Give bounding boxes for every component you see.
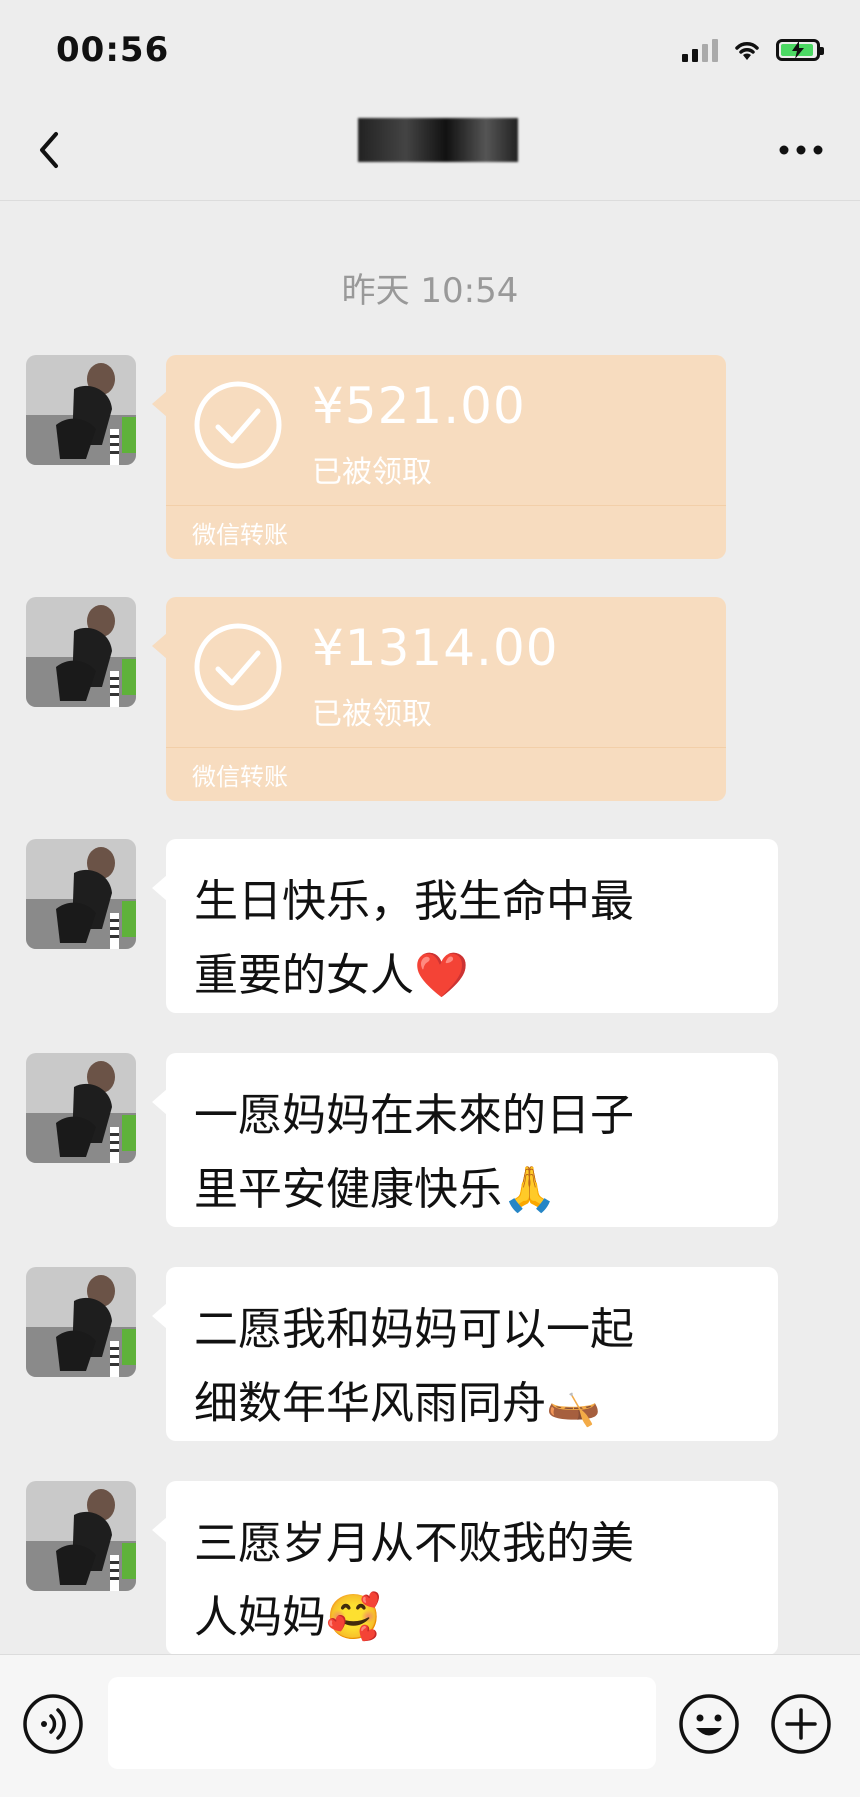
- emoji-button[interactable]: [678, 1693, 740, 1755]
- transfer-divider: [166, 747, 726, 748]
- check-circle-icon: [194, 623, 282, 711]
- check-circle-icon: [194, 381, 282, 469]
- transfer-brand: 微信转账: [192, 763, 288, 791]
- message-bubble[interactable]: 二愿我和妈妈可以一起 细数年华风雨同舟🛶: [152, 1267, 778, 1441]
- message-text-line: 人妈妈🥰: [194, 1592, 381, 1643]
- smiling-hearts-emoji: 🥰: [326, 1592, 381, 1643]
- message-timestamp: 昨天 10:54: [341, 271, 519, 311]
- message-input[interactable]: [108, 1677, 656, 1769]
- message-text-line: 三愿岁月从不败我的美: [194, 1518, 634, 1569]
- transfer-divider: [166, 505, 726, 506]
- message-text-line: 一愿妈妈在未來的日子: [194, 1090, 634, 1141]
- status-icons: [682, 38, 824, 62]
- message-text-line: 二愿我和妈妈可以一起: [194, 1304, 634, 1355]
- more-dots-icon: [779, 145, 823, 155]
- battery-icon: [776, 39, 824, 61]
- chat-title-redacted: [358, 118, 518, 162]
- avatar[interactable]: [26, 1053, 136, 1163]
- more-button[interactable]: [776, 130, 826, 170]
- message-bubble[interactable]: 生日快乐，我生命中最 重要的女人❤️: [152, 839, 778, 1013]
- message-text-line: 生日快乐，我生命中最: [194, 876, 634, 927]
- praying-hands-emoji: 🙏: [502, 1164, 557, 1215]
- message-bubble[interactable]: 三愿岁月从不败我的美 人妈妈🥰: [152, 1481, 778, 1655]
- canoe-emoji: 🛶: [546, 1378, 601, 1429]
- smiley-icon: [679, 1694, 739, 1754]
- avatar[interactable]: [26, 1267, 136, 1377]
- transfer-amount: ¥1314.00: [312, 619, 559, 677]
- wifi-icon: [735, 42, 759, 60]
- message-text-line: 重要的女人❤️: [194, 950, 469, 1001]
- message-bubble[interactable]: 一愿妈妈在未來的日子 里平安健康快乐🙏: [152, 1053, 778, 1227]
- transfer-status: 已被领取: [312, 455, 432, 490]
- avatar[interactable]: [26, 839, 136, 949]
- transfer-card[interactable]: ¥1314.00 已被领取 微信转账: [152, 597, 726, 801]
- transfer-amount: ¥521.00: [312, 377, 526, 435]
- signal-icon: [682, 38, 718, 62]
- plus-button[interactable]: [770, 1693, 832, 1755]
- avatar[interactable]: [26, 597, 136, 707]
- chevron-left-icon: [40, 132, 58, 168]
- avatar[interactable]: [26, 355, 136, 465]
- avatar[interactable]: [26, 1481, 136, 1591]
- input-bar: [0, 1654, 860, 1797]
- heart-emoji: ❤️: [414, 950, 469, 1001]
- transfer-status: 已被领取: [312, 697, 432, 732]
- voice-button[interactable]: [22, 1693, 84, 1755]
- transfer-brand: 微信转账: [192, 521, 288, 549]
- back-button[interactable]: [30, 122, 80, 178]
- message-text-line: 里平安健康快乐🙏: [194, 1164, 557, 1215]
- message-text-line: 细数年华风雨同舟🛶: [194, 1378, 601, 1429]
- status-time: 00:56: [56, 30, 170, 70]
- nav-bar: [0, 100, 860, 201]
- status-bar: 00:56: [0, 0, 860, 100]
- plus-circle-icon: [771, 1694, 831, 1754]
- chat-area[interactable]: 昨天 10:54 ¥521.00 已被领取 微信转账 ¥1314.00 已被领取…: [0, 201, 860, 1655]
- voice-icon: [23, 1694, 83, 1754]
- transfer-card[interactable]: ¥521.00 已被领取 微信转账: [152, 355, 726, 559]
